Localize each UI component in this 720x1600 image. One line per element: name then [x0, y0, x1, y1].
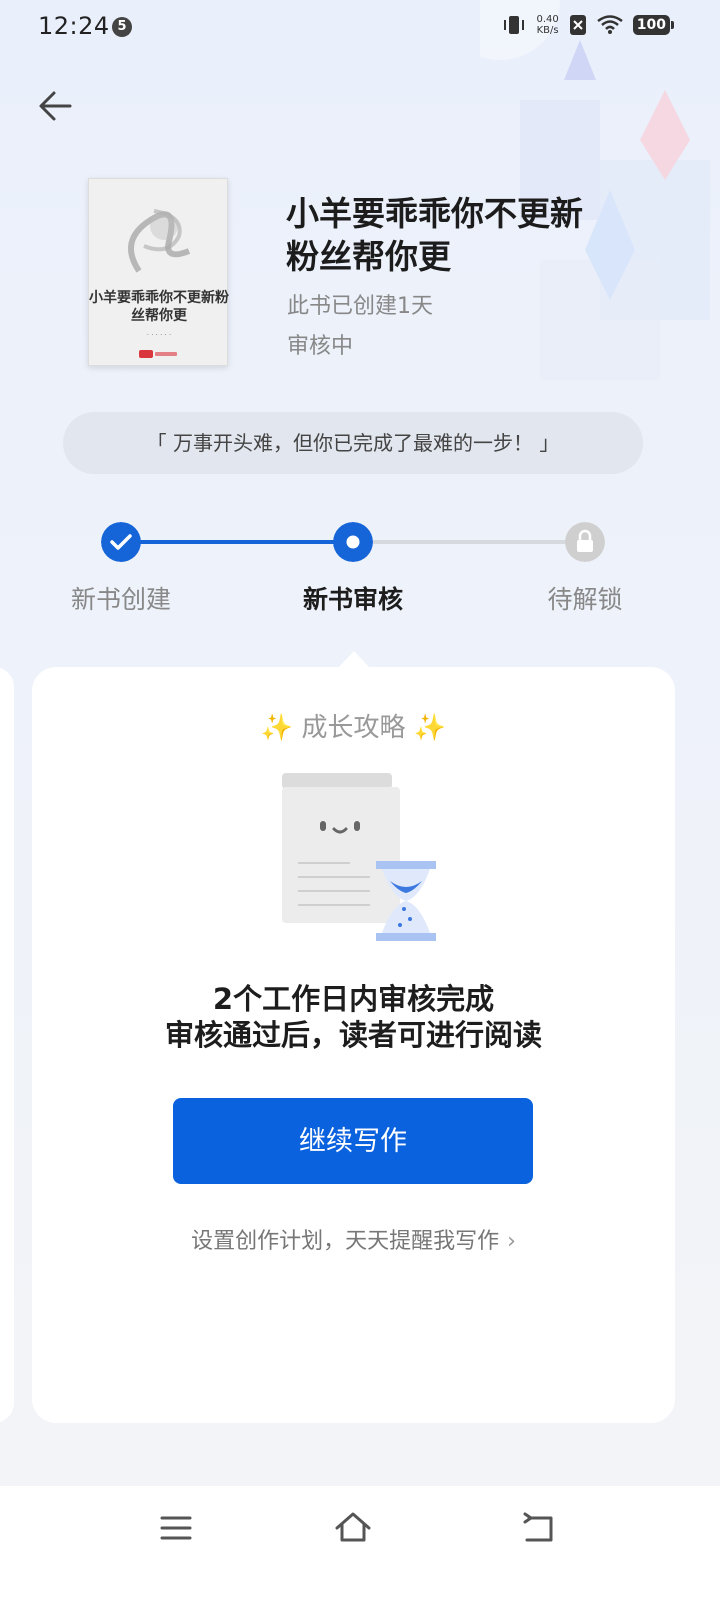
step-label-review: 新书审核 [302, 585, 403, 614]
book-title: 小羊要乖乖你不更新粉丝帮你更 [286, 194, 583, 276]
network-speed-unit: KB/s [536, 25, 559, 36]
guide-title-text: 成长攻略 [301, 713, 406, 743]
cover-title: 小羊要乖乖你不更新粉丝帮你更 [89, 290, 229, 324]
chevron-right-icon: › [507, 1229, 516, 1254]
home-icon[interactable] [333, 1508, 373, 1548]
menu-icon[interactable] [156, 1508, 196, 1548]
progress-steps: 新书创建 新书审核 待解锁 [0, 520, 720, 620]
publisher-logo [139, 350, 177, 358]
step-label-locked: 待解锁 [547, 585, 623, 614]
cover-author: · · · · · · [146, 331, 172, 339]
book-cover[interactable]: 小羊要乖乖你不更新粉丝帮你更 · · · · · · [88, 178, 229, 366]
document-hourglass-icon [282, 773, 436, 941]
sim-off-icon [569, 15, 586, 35]
progress-track-done [140, 540, 354, 544]
step-label-create: 新书创建 [70, 585, 171, 614]
writing-plan-text: 设置创作计划，天天提醒我写作 [191, 1229, 500, 1254]
motivation-quote: 「 万事开头难，但你已完成了最难的一步！ 」 [63, 412, 643, 474]
previous-card-peek[interactable] [0, 667, 14, 1423]
current-step-icon [333, 522, 373, 562]
cover-ink-art [128, 209, 191, 273]
sparkle-icon: ✨ [413, 713, 447, 743]
sparkle-icon: ✨ [260, 713, 294, 743]
lock-icon [565, 522, 605, 562]
network-speed-value: 0.40 [536, 14, 559, 25]
status-time: 12:24 [38, 12, 110, 40]
continue-writing-button[interactable]: 继续写作 [173, 1098, 533, 1184]
book-created-info: 此书已创建1天 [287, 294, 433, 319]
review-reader-text: 审核通过后，读者可进行阅读 [164, 1018, 542, 1052]
vibrate-icon [503, 16, 524, 34]
guide-title: ✨ 成长攻略 ✨ [32, 707, 675, 744]
review-info: 2个工作日内审核完成 审核通过后，读者可进行阅读 [32, 981, 675, 1053]
back-icon[interactable] [519, 1508, 559, 1548]
progress-track-pending [372, 540, 568, 544]
status-icons: 0.40 KB/s 100 [501, 14, 675, 36]
review-time-text: 2个工作日内审核完成 [212, 982, 495, 1016]
check-icon [101, 522, 141, 562]
back-arrow-icon[interactable] [34, 84, 78, 128]
growth-guide-card: ✨ 成长攻略 ✨ 2个工作日内审核完成 审核通过后，读者可进行阅读 继续写作 设… [32, 667, 675, 1423]
notification-badge: 5 [112, 17, 132, 37]
network-speed: 0.40 KB/s [537, 14, 559, 36]
book-review-status: 审核中 [287, 334, 354, 359]
card-pointer [338, 651, 370, 668]
wifi-icon [597, 15, 623, 34]
status-bar: 12:24 5 0.40 KB/s 100 [0, 0, 720, 56]
writing-plan-link[interactable]: 设置创作计划，天天提醒我写作 › [32, 1223, 675, 1255]
system-nav-bar [0, 1486, 720, 1600]
battery-indicator: 100 [632, 15, 675, 35]
